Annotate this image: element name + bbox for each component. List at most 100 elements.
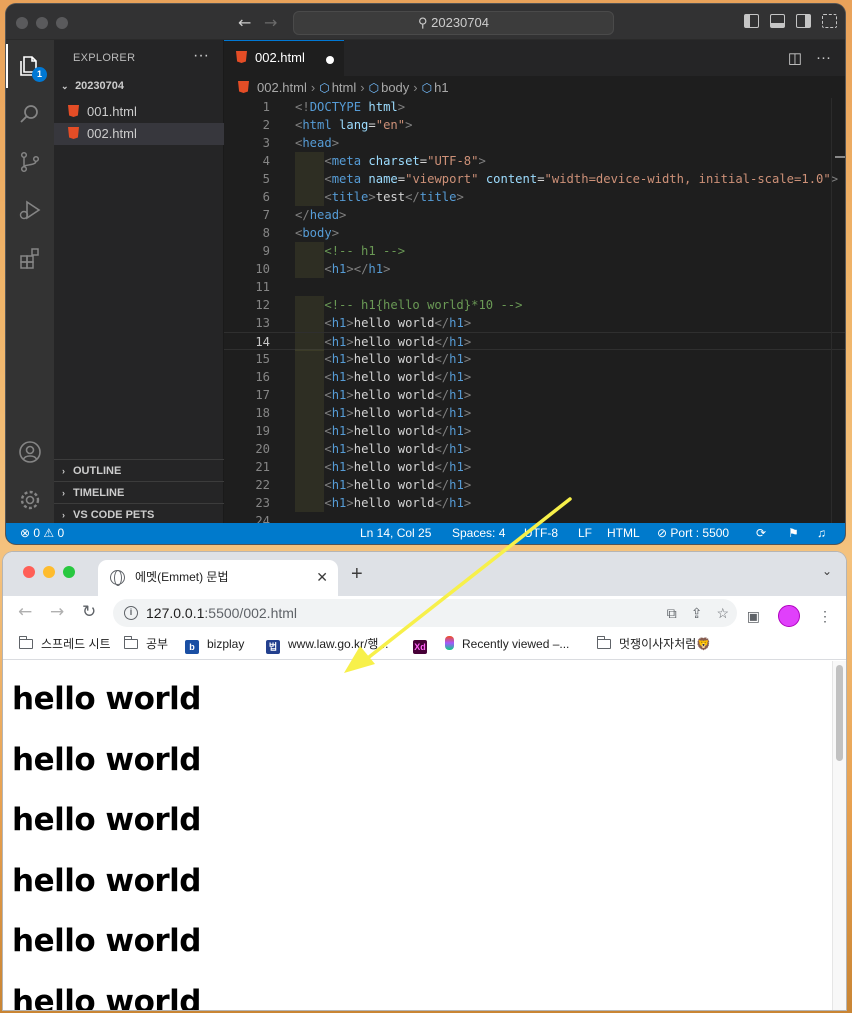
scrollbar-thumb[interactable] xyxy=(836,665,843,761)
file-item-001[interactable]: 001.html xyxy=(54,101,224,123)
bookmark-likelion[interactable]: 멋쟁이사자처럼🦁 xyxy=(596,630,711,658)
code-line[interactable]: 17 <h1>hello world</h1> xyxy=(224,386,845,404)
eol-status[interactable]: LF xyxy=(578,523,592,544)
bookmark-xd[interactable]: Xd xyxy=(413,630,435,658)
feedback-icon[interactable]: ⚑ xyxy=(788,523,799,544)
breadcrumb: 002.html › ⬡ html › ⬡ body › ⬡ h1 xyxy=(238,80,449,95)
browser-menu-icon[interactable]: ⋮ xyxy=(818,608,832,625)
line-number: 22 xyxy=(255,478,270,492)
explorer-more-actions-icon[interactable]: ··· xyxy=(193,47,209,65)
language-status[interactable]: HTML xyxy=(607,523,640,544)
code-line[interactable]: 12 <!-- h1{hello world}*10 --> xyxy=(224,296,845,314)
bookmark-law[interactable]: 법 www.law.go.kr/행... xyxy=(266,630,388,658)
file-item-002[interactable]: 002.html xyxy=(54,123,224,145)
minimize-window-button[interactable] xyxy=(43,566,55,578)
tab-label: 002.html xyxy=(255,50,305,65)
bookmark-star-icon[interactable]: ☆ xyxy=(716,599,729,627)
encoding-status[interactable]: UTF-8 xyxy=(524,523,558,544)
code-line[interactable]: 23 <h1>hello world</h1> xyxy=(224,494,845,512)
editor-scrollbar[interactable] xyxy=(831,98,845,523)
code-line[interactable]: 6 <title>test</title> xyxy=(224,188,845,206)
share-icon[interactable]: ⇪ xyxy=(691,599,703,627)
code-line[interactable]: 10 <h1></h1> xyxy=(224,260,845,278)
code-line[interactable]: 2 <html lang="en"> xyxy=(224,116,845,134)
more-actions-icon[interactable]: ··· xyxy=(816,49,831,67)
code-line[interactable]: 7 </head> xyxy=(224,206,845,224)
explorer-icon[interactable]: 1 xyxy=(6,44,47,88)
code-line[interactable]: 14 <h1>hello world</h1> xyxy=(224,332,845,351)
code-line[interactable]: 5 <meta name="viewport" content="width=d… xyxy=(224,170,845,188)
forward-arrow-icon[interactable]: → xyxy=(264,13,277,32)
page-scrollbar[interactable] xyxy=(832,661,846,1010)
code-line[interactable]: 16 <h1>hello world</h1> xyxy=(224,368,845,386)
sync-icon[interactable]: ⟳ xyxy=(756,523,766,544)
zoom-window-button[interactable] xyxy=(56,17,68,29)
close-window-button[interactable] xyxy=(23,566,35,578)
side-panel-icon[interactable]: ▣ xyxy=(747,608,760,625)
breadcrumb-html[interactable]: html xyxy=(332,80,357,95)
source-control-icon[interactable] xyxy=(18,150,42,174)
breadcrumb-body[interactable]: body xyxy=(381,80,409,95)
info-icon[interactable]: i xyxy=(124,606,138,620)
toggle-primary-sidebar-icon[interactable] xyxy=(744,14,759,28)
code-line[interactable]: 22 <h1>hello world</h1> xyxy=(224,476,845,494)
code-line[interactable]: 11 xyxy=(224,278,845,296)
accounts-icon[interactable] xyxy=(18,440,42,464)
live-server-port-status[interactable]: ⊘ Port : 5500 xyxy=(657,523,729,544)
bookmark-study[interactable]: 공부 xyxy=(123,630,168,658)
toggle-panel-icon[interactable] xyxy=(770,14,785,28)
unsaved-dot-icon[interactable] xyxy=(326,56,334,64)
avatar[interactable] xyxy=(778,605,800,627)
address-bar[interactable]: i 127.0.0.1:5500/002.html ⧉ ⇪ ☆ xyxy=(113,599,737,627)
code-editor[interactable]: 1 <!DOCTYPE html> 2 <html lang="en"> 3 <head>… xyxy=(224,98,845,523)
new-tab-button[interactable]: + xyxy=(351,563,363,586)
code-line[interactable]: 24 xyxy=(224,512,845,523)
problems-status[interactable]: ⊗ 0 ⚠ 0 xyxy=(20,523,64,544)
back-button[interactable]: ← xyxy=(18,602,32,622)
code-line[interactable]: 15 <h1>hello world</h1> xyxy=(224,350,845,368)
timeline-section[interactable]: › TIMELINE xyxy=(54,481,224,503)
code-line[interactable]: 13 <h1>hello world</h1> xyxy=(224,314,845,332)
breadcrumb-file[interactable]: 002.html xyxy=(257,80,307,95)
search-view-icon[interactable] xyxy=(18,102,42,126)
minimize-window-button[interactable] xyxy=(36,17,48,29)
extensions-icon[interactable] xyxy=(18,246,42,270)
back-arrow-icon[interactable]: ← xyxy=(238,13,251,32)
cursor-position-status[interactable]: Ln 14, Col 25 xyxy=(360,523,431,544)
close-window-button[interactable] xyxy=(16,17,28,29)
split-editor-icon[interactable]: ◫ xyxy=(788,49,802,67)
reload-button[interactable]: ↻ xyxy=(82,602,96,622)
browser-tab[interactable]: 에멧(Emmet) 문법 ✕ xyxy=(98,560,338,596)
settings-gear-icon[interactable] xyxy=(18,488,42,512)
customize-layout-icon[interactable] xyxy=(822,14,837,28)
code-line[interactable]: 4 <meta charset="UTF-8"> xyxy=(224,152,845,170)
code-line[interactable]: 1 <!DOCTYPE html> xyxy=(224,98,845,116)
code-line[interactable]: 8 <body> xyxy=(224,224,845,242)
forward-button[interactable]: → xyxy=(50,602,64,622)
code-line[interactable]: 9 <!-- h1 --> xyxy=(224,242,845,260)
bookmark-label: www.law.go.kr/행... xyxy=(288,637,389,651)
code-line[interactable]: 20 <h1>hello world</h1> xyxy=(224,440,845,458)
bookmark-bizplay[interactable]: b bizplay xyxy=(185,630,244,658)
translate-icon[interactable]: ⧉ xyxy=(667,599,677,627)
bookmark-spreadsheet[interactable]: 스프레드 시트 xyxy=(18,630,111,658)
workspace-folder[interactable]: ⌄ 20230704 xyxy=(61,80,124,92)
code-line[interactable]: 19 <h1>hello world</h1> xyxy=(224,422,845,440)
tab-search-chevron-icon[interactable]: ⌄ xyxy=(822,564,832,578)
vscode-pets-section[interactable]: › VS CODE PETS xyxy=(54,503,224,525)
zoom-window-button[interactable] xyxy=(63,566,75,578)
code-line[interactable]: 21 <h1>hello world</h1> xyxy=(224,458,845,476)
close-tab-icon[interactable]: ✕ xyxy=(316,560,328,594)
editor-tab-002[interactable]: 002.html xyxy=(224,40,344,76)
breadcrumb-separator-icon: › xyxy=(413,80,418,95)
code-line[interactable]: 3 <head> xyxy=(224,134,845,152)
bookmark-figma[interactable]: Recently viewed –... xyxy=(445,630,569,658)
notifications-bell-icon[interactable]: ♫ xyxy=(817,523,826,544)
code-line[interactable]: 18 <h1>hello world</h1> xyxy=(224,404,845,422)
indentation-status[interactable]: Spaces: 4 xyxy=(452,523,505,544)
breadcrumb-h1[interactable]: h1 xyxy=(434,80,448,95)
run-debug-icon[interactable] xyxy=(18,198,42,222)
toggle-secondary-sidebar-icon[interactable] xyxy=(796,14,811,28)
command-center-search[interactable]: ⚲ 20230704 xyxy=(293,11,614,35)
outline-section[interactable]: › OUTLINE xyxy=(54,459,224,481)
